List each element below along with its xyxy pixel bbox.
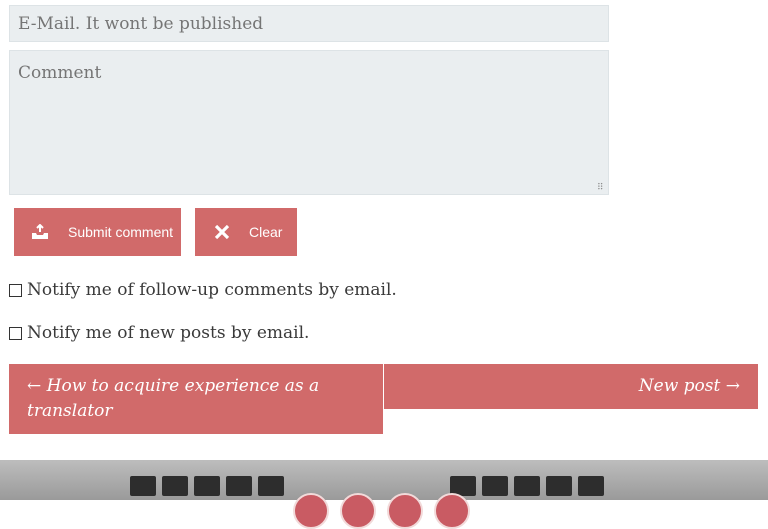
notify-followup-label: Notify me of follow-up comments by email… xyxy=(27,280,397,300)
notify-new-posts-label: Notify me of new posts by email. xyxy=(27,323,310,343)
close-x-icon xyxy=(213,223,231,241)
email-input[interactable] xyxy=(9,5,609,42)
social-links xyxy=(293,493,470,529)
submit-comment-label: Submit comment xyxy=(68,224,174,240)
notify-new-posts-checkbox[interactable] xyxy=(9,326,22,340)
social-icon[interactable] xyxy=(340,493,376,529)
previous-post-link[interactable]: ← How to acquire experience as a transla… xyxy=(9,364,383,434)
next-post-link[interactable]: New post → xyxy=(384,364,758,409)
resize-handle-icon[interactable]: ⠿ xyxy=(597,184,606,193)
submit-comment-button[interactable]: Submit comment xyxy=(14,208,181,256)
notify-followup-option[interactable]: Notify me of follow-up comments by email… xyxy=(9,280,397,300)
social-icon[interactable] xyxy=(293,493,329,529)
notify-new-posts-option[interactable]: Notify me of new posts by email. xyxy=(9,323,309,343)
clear-button[interactable]: Clear xyxy=(195,208,297,256)
social-icon[interactable] xyxy=(387,493,423,529)
clear-label: Clear xyxy=(249,224,283,240)
comment-textarea[interactable] xyxy=(9,50,609,195)
inbox-upload-icon xyxy=(31,223,49,241)
notify-followup-checkbox[interactable] xyxy=(9,283,22,297)
social-icon[interactable] xyxy=(434,493,470,529)
